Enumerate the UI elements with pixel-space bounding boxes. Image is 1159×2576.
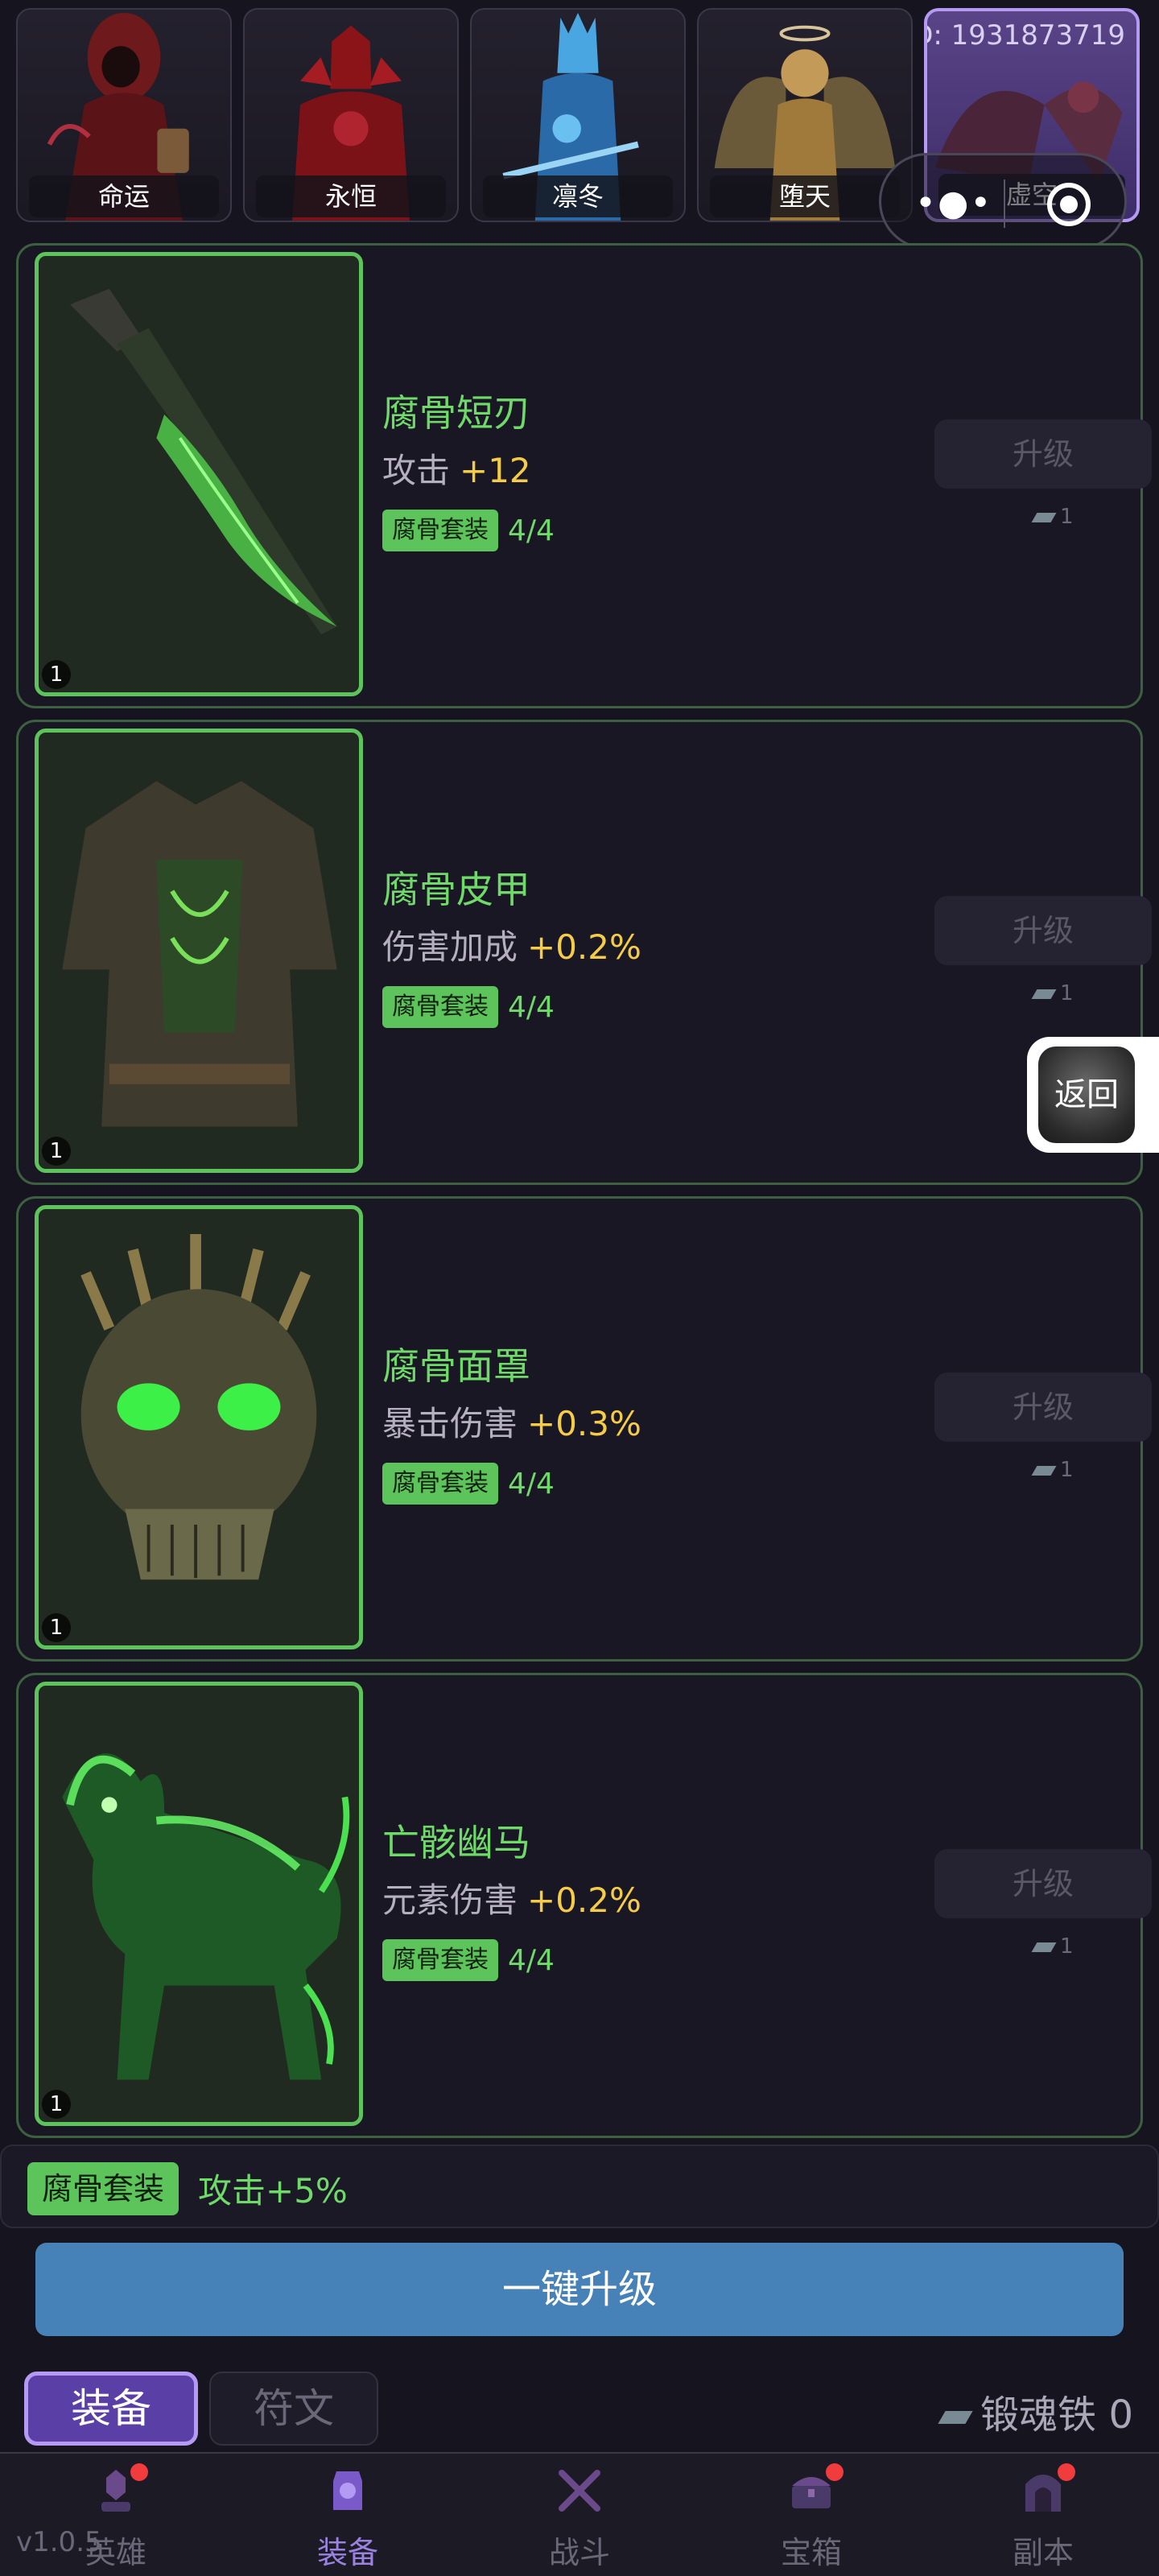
upgrade-cost: 1 <box>1031 1458 1074 1482</box>
notification-badge <box>826 2463 843 2481</box>
stat-label: 伤害加成 <box>382 927 518 967</box>
currency-name: 锻魂铁 <box>980 2392 1097 2438</box>
version-label: v1.0.5 <box>16 2526 102 2558</box>
set-badge: 腐骨套装 <box>382 510 498 551</box>
item-name: 亡骸幽马 <box>382 1821 530 1864</box>
more-dots-icon[interactable]: •●• <box>915 186 992 221</box>
hero-name: 凛冬 <box>483 175 673 217</box>
nav-item-equipment[interactable]: 装备 <box>232 2454 464 2576</box>
stat-value: +12 <box>460 451 531 490</box>
stat-value: +0.3% <box>527 1404 641 1443</box>
notification-badge <box>130 2463 148 2481</box>
miniprogram-capsule: •●• <box>879 153 1127 250</box>
upgrade-button[interactable]: 升级 <box>934 1373 1152 1442</box>
equipment-card: 1 亡骸幽马 元素伤害 +0.2% 腐骨套装 4/4 升级 1 <box>16 1673 1152 2138</box>
item-name: 腐骨面罩 <box>382 1344 530 1388</box>
set-row: 腐骨套装 4/4 <box>382 510 555 551</box>
capsule-divider <box>1004 180 1005 228</box>
item-level: 1 <box>42 1137 71 1166</box>
currency-amount: 0 <box>1108 2392 1133 2438</box>
nav-item-chest[interactable]: 宝箱 <box>695 2454 927 2576</box>
set-count: 4/4 <box>508 990 555 1024</box>
item-frame[interactable]: 1 <box>35 729 363 1173</box>
nav-label: 宝箱 <box>780 2535 842 2570</box>
soul-iron-icon <box>1031 1942 1057 1952</box>
set-count: 4/4 <box>508 514 555 547</box>
ghost-horse-icon <box>62 1753 350 2080</box>
set-row: 腐骨套装 4/4 <box>382 1939 555 1981</box>
cost-amount: 1 <box>1060 505 1074 529</box>
soul-iron-icon <box>1031 1465 1057 1476</box>
set-badge: 腐骨套装 <box>382 1939 498 1981</box>
upgrade-button[interactable]: 升级 <box>934 1849 1152 1918</box>
hero-tab-eternal[interactable]: 永恒 <box>243 8 459 222</box>
one-click-upgrade-button[interactable]: 一键升级 <box>35 2243 1124 2336</box>
nav-label: 副本 <box>1012 2535 1074 2570</box>
item-stat: 暴击伤害 +0.3% <box>382 1397 641 1446</box>
skull-mask-icon <box>80 1234 317 1580</box>
set-badge: 腐骨套装 <box>382 1463 498 1505</box>
cost-amount: 1 <box>1060 1934 1074 1959</box>
currency-display: 锻魂铁 0 <box>938 2383 1133 2439</box>
set-badge: 腐骨套装 <box>27 2162 179 2215</box>
bottom-nav: 英雄 装备 战斗 宝箱 副本 <box>0 2452 1159 2576</box>
set-row: 腐骨套装 4/4 <box>382 986 555 1028</box>
item-name: 腐骨短刃 <box>382 391 530 435</box>
stat-value: +0.2% <box>527 927 641 967</box>
user-id: ID: 1931873719 <box>924 19 1125 52</box>
item-stat: 伤害加成 +0.2% <box>382 920 641 969</box>
target-icon[interactable] <box>1047 183 1091 226</box>
set-badge: 腐骨套装 <box>382 986 498 1028</box>
equipment-card: 1 腐骨短刃 攻击 +12 腐骨套装 4/4 升级 1 <box>16 243 1152 708</box>
return-label: 返回 <box>1054 1076 1119 1113</box>
nav-label: 战斗 <box>548 2535 610 2570</box>
cost-amount: 1 <box>1060 1458 1074 1482</box>
cost-amount: 1 <box>1060 981 1074 1005</box>
hero-name: 堕天 <box>710 175 900 217</box>
upgrade-button[interactable]: 升级 <box>934 896 1152 965</box>
notification-badge <box>1058 2463 1075 2481</box>
soul-iron-icon <box>1031 989 1057 999</box>
hero-tab-winter[interactable]: 凛冬 <box>470 8 686 222</box>
stat-label: 攻击 <box>382 451 451 490</box>
upgrade-cost: 1 <box>1031 981 1074 1005</box>
hero-name: 命运 <box>29 175 219 217</box>
stat-label: 元素伤害 <box>382 1880 518 1920</box>
nav-label: 装备 <box>316 2535 378 2570</box>
item-stat: 攻击 +12 <box>382 444 531 493</box>
return-button[interactable]: 返回 <box>1027 1037 1159 1153</box>
soul-iron-icon <box>938 2411 973 2424</box>
item-level: 1 <box>42 660 71 689</box>
dagger-icon <box>70 288 337 634</box>
hero-name: 永恒 <box>256 175 446 217</box>
item-level: 1 <box>42 2090 71 2119</box>
set-bonus-effect: 攻击+5% <box>198 2171 348 2211</box>
upgrade-button[interactable]: 升级 <box>934 419 1152 489</box>
equipment-card: 1 腐骨面罩 暴击伤害 +0.3% 腐骨套装 4/4 升级 1 <box>16 1196 1152 1662</box>
armor-icon <box>62 781 337 1127</box>
item-frame[interactable]: 1 <box>35 252 363 696</box>
tab-equipment[interactable]: 装备 <box>24 2372 198 2446</box>
set-count: 4/4 <box>508 1467 555 1501</box>
hero-tab-fate[interactable]: 命运 <box>16 8 232 222</box>
set-row: 腐骨套装 4/4 <box>382 1463 555 1505</box>
nav-item-battle[interactable]: 战斗 <box>464 2454 695 2576</box>
nav-item-dungeon[interactable]: 副本 <box>927 2454 1159 2576</box>
equipment-icon <box>333 2471 362 2510</box>
item-name: 腐骨皮甲 <box>382 868 530 911</box>
equipment-card: 1 腐骨皮甲 伤害加成 +0.2% 腐骨套装 4/4 升级 1 <box>16 720 1152 1185</box>
tab-runes[interactable]: 符文 <box>209 2372 378 2446</box>
set-count: 4/4 <box>508 1943 555 1977</box>
stat-value: +0.2% <box>527 1880 641 1920</box>
crossed-swords-icon <box>559 2470 600 2512</box>
item-stat: 元素伤害 +0.2% <box>382 1873 641 1922</box>
upgrade-cost: 1 <box>1031 505 1074 529</box>
set-bonus-bar: 腐骨套装 攻击+5% <box>0 2145 1159 2228</box>
stat-label: 暴击伤害 <box>382 1404 518 1443</box>
item-frame[interactable]: 1 <box>35 1205 363 1649</box>
item-frame[interactable]: 1 <box>35 1682 363 2126</box>
item-level: 1 <box>42 1613 71 1642</box>
soul-iron-icon <box>1031 512 1057 522</box>
upgrade-cost: 1 <box>1031 1934 1074 1959</box>
